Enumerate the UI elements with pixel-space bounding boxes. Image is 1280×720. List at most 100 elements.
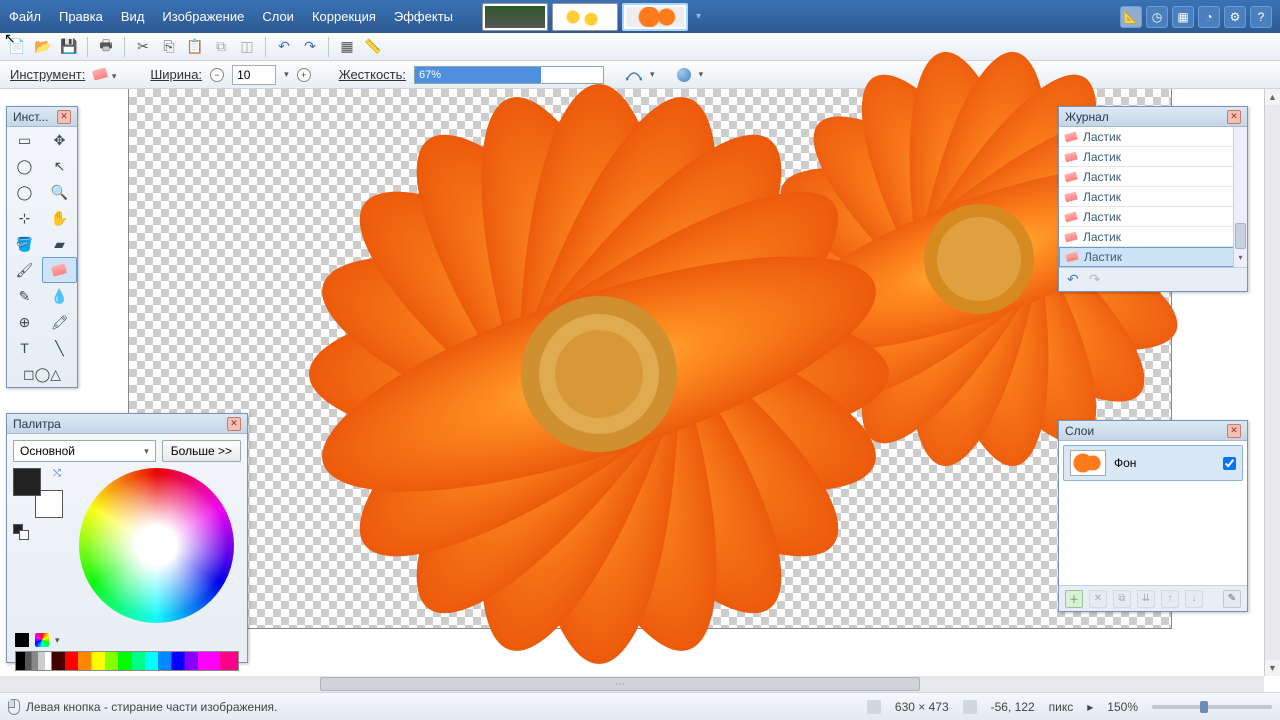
palette-more-button[interactable]: Больше >> (162, 440, 241, 462)
panel-toggle-clock[interactable]: ◷ (1146, 6, 1168, 28)
tool-wand[interactable]: ⊹ (7, 205, 42, 231)
deselect-icon[interactable]: ◫ (236, 36, 258, 58)
panel-toggle-grid[interactable]: ▦ (1172, 6, 1194, 28)
horizontal-scrollbar[interactable]: ⋯ (0, 676, 1264, 692)
panel-toggle-color[interactable]: ◔ (1198, 6, 1220, 28)
history-close-button[interactable]: ✕ (1227, 110, 1241, 124)
fg-bg-swatches[interactable]: ⤭ (13, 468, 63, 518)
tool-pencil[interactable]: ✎ (7, 283, 42, 309)
tool-eraser[interactable] (42, 257, 77, 283)
layers-close-button[interactable]: ✕ (1227, 424, 1241, 438)
tool-bucket[interactable]: 🪣 (7, 231, 42, 257)
tool-clone[interactable]: ⊕ (7, 309, 42, 335)
tool-lasso[interactable]: ◯ (7, 153, 42, 179)
crop-icon[interactable]: ⧉ (210, 36, 232, 58)
tool-text[interactable]: T (7, 335, 42, 361)
cut-icon[interactable]: ✂ (132, 36, 154, 58)
doc-thumb-3-active[interactable] (622, 3, 688, 31)
width-decrement[interactable]: − (210, 68, 224, 82)
palette-panel: Палитра✕ Основной▾ Больше >> ⤭ ▾ (6, 413, 248, 663)
layer-properties-icon[interactable]: ✎ (1223, 590, 1241, 608)
layer-merge-icon[interactable]: ⇊ (1137, 590, 1155, 608)
help-button[interactable]: ? (1250, 6, 1272, 28)
layer-delete-icon[interactable]: ✕ (1089, 590, 1107, 608)
history-item[interactable]: Ластик (1059, 207, 1247, 227)
palette-color-mode-dropdown[interactable]: Основной▾ (13, 440, 156, 462)
tool-brush[interactable]: 🖌 (7, 257, 42, 283)
undo-icon[interactable]: ↶ (273, 36, 295, 58)
menu-view[interactable]: Вид (112, 3, 154, 30)
layer-item-background[interactable]: Фон (1063, 445, 1243, 481)
history-panel-title: Журнал (1065, 110, 1109, 124)
print-icon[interactable]: 🖶 (95, 36, 117, 58)
width-dropdown-icon[interactable]: ▾ (284, 69, 289, 80)
tools-close-button[interactable]: ✕ (57, 110, 71, 124)
width-input[interactable] (232, 65, 276, 85)
new-file-icon[interactable]: 📄 (6, 36, 28, 58)
layer-thumbnail (1070, 450, 1106, 476)
current-tool-icon[interactable]: ▾ (93, 67, 116, 82)
panel-toggle-ruler[interactable]: 📐 (1120, 6, 1142, 28)
open-file-icon[interactable]: 📂 (32, 36, 54, 58)
copy-icon[interactable]: ⎘ (158, 36, 180, 58)
color-wheel[interactable] (79, 468, 234, 623)
history-undo-icon[interactable]: ↶ (1067, 271, 1079, 288)
tool-eyedropper[interactable]: 💧 (42, 283, 77, 309)
menu-image[interactable]: Изображение (153, 3, 253, 30)
menu-edit[interactable]: Правка (50, 3, 112, 30)
tool-line[interactable]: ╲ (42, 335, 77, 361)
fg-color-swatch[interactable] (13, 468, 41, 496)
swap-colors-icon[interactable]: ⤭ (53, 468, 61, 479)
history-item[interactable]: Ластик (1059, 127, 1247, 147)
layer-down-icon[interactable]: ↓ (1185, 590, 1203, 608)
palette-black-icon[interactable] (15, 633, 29, 647)
palette-spectrum-icon[interactable] (35, 633, 49, 647)
tool-gradient[interactable]: ▰ (42, 231, 77, 257)
document-thumbnails: ▾ (482, 3, 701, 31)
hscroll-thumb[interactable]: ⋯ (320, 677, 920, 691)
menu-file[interactable]: Файл (0, 3, 50, 30)
tool-hand[interactable]: ✋ (42, 205, 77, 231)
history-item-current[interactable]: Ластик (1059, 247, 1247, 267)
title-bar: Файл Правка Вид Изображение Слои Коррекц… (0, 0, 1280, 33)
tool-shapes[interactable]: ◻◯△ (7, 361, 77, 387)
menu-effects[interactable]: Эффекты (385, 3, 462, 30)
scroll-up-icon[interactable]: ▲ (1265, 89, 1280, 105)
menu-correction[interactable]: Коррекция (303, 3, 385, 30)
history-item[interactable]: Ластик (1059, 167, 1247, 187)
save-icon[interactable]: 💾 (58, 36, 80, 58)
history-scrollbar[interactable]: ▾ (1233, 127, 1247, 267)
grid-icon[interactable]: ▦ (336, 36, 358, 58)
doc-thumb-2[interactable] (552, 3, 618, 31)
paste-icon[interactable]: 📋 (184, 36, 206, 58)
layer-duplicate-icon[interactable]: ⧉ (1113, 590, 1131, 608)
history-item[interactable]: Ластик (1059, 187, 1247, 207)
doc-thumb-1[interactable] (482, 3, 548, 31)
zoom-slider[interactable] (1152, 705, 1272, 709)
color-wheel-picker[interactable] (153, 542, 161, 550)
tool-recolor[interactable]: 🖍 (42, 309, 77, 335)
palette-menu-icon[interactable]: ▾ (55, 635, 60, 646)
tool-move[interactable]: ✥ (42, 127, 77, 153)
history-item[interactable]: Ластик (1059, 227, 1247, 247)
tool-zoom[interactable]: 🔍 (42, 179, 77, 205)
tool-rect-select[interactable]: ▭ (7, 127, 42, 153)
ruler-icon[interactable]: 📏 (362, 36, 384, 58)
layer-visibility-checkbox[interactable] (1223, 457, 1236, 470)
settings-button[interactable]: ⚙ (1224, 6, 1246, 28)
palette-swatch-strip[interactable] (15, 651, 239, 671)
tool-ellipse-select[interactable]: ◯ (7, 179, 42, 205)
vertical-scrollbar[interactable]: ▲ ▼ (1264, 89, 1280, 676)
thumb-dropdown-icon[interactable]: ▾ (696, 11, 701, 22)
resize-icon[interactable] (867, 700, 881, 714)
history-redo-icon[interactable]: ↷ (1089, 271, 1101, 288)
menu-layers[interactable]: Слои (253, 3, 303, 30)
layer-add-icon[interactable]: ＋ (1065, 590, 1083, 608)
redo-icon[interactable]: ↷ (299, 36, 321, 58)
palette-close-button[interactable]: ✕ (227, 417, 241, 431)
layer-up-icon[interactable]: ↑ (1161, 590, 1179, 608)
scroll-down-icon[interactable]: ▼ (1265, 660, 1280, 676)
tool-pointer[interactable]: ↖ (42, 153, 77, 179)
canvas[interactable] (128, 89, 1172, 629)
history-item[interactable]: Ластик (1059, 147, 1247, 167)
